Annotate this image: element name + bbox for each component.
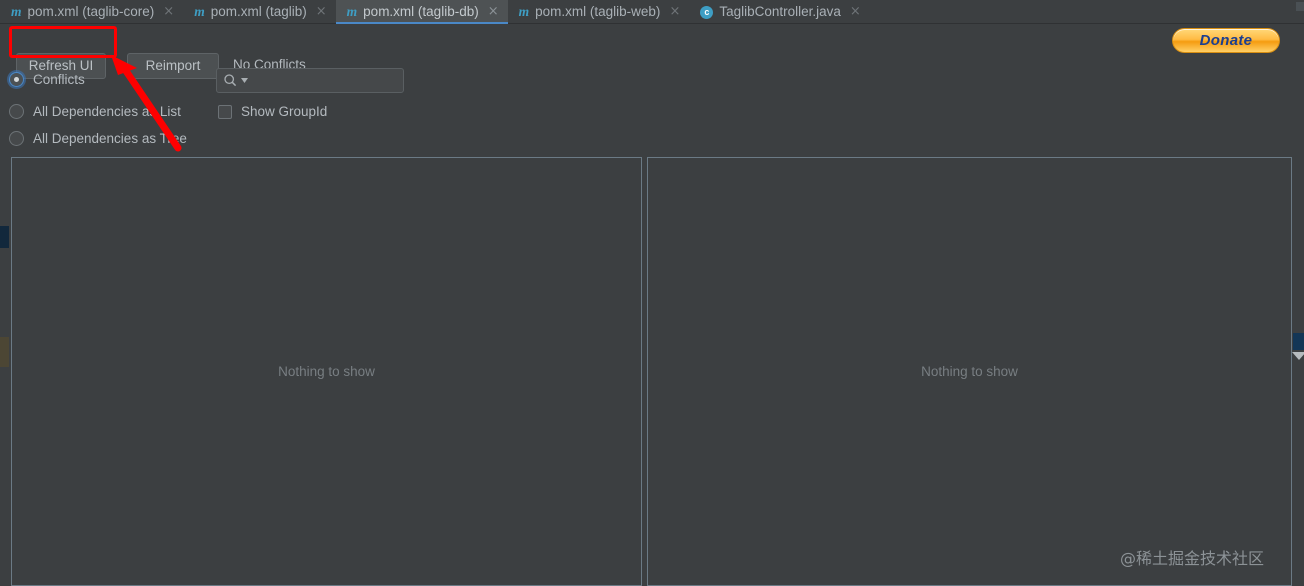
java-class-icon: c <box>700 5 714 19</box>
radio-indicator[interactable] <box>9 72 24 87</box>
radio-label: All Dependencies as List <box>33 104 181 119</box>
tab-label: pom.xml (taglib-core) <box>27 4 155 19</box>
radio-indicator[interactable] <box>9 104 24 119</box>
close-icon[interactable]: × <box>488 0 499 24</box>
reimport-button[interactable]: Reimport <box>127 53 219 79</box>
left-gutter-strip <box>0 157 11 586</box>
tab-pom-taglib-web[interactable]: m pom.xml (taglib-web) × <box>508 0 690 24</box>
tab-pom-taglib[interactable]: m pom.xml (taglib) × <box>183 0 335 24</box>
maven-dependency-analyzer-window: m pom.xml (taglib-core) × m pom.xml (tag… <box>0 0 1304 586</box>
gutter-marker-blue-right <box>1293 333 1304 350</box>
tab-label: pom.xml (taglib) <box>210 4 307 19</box>
checkbox-label: Show GroupId <box>241 104 328 119</box>
tab-label: pom.xml (taglib-web) <box>535 4 661 19</box>
empty-state-label: Nothing to show <box>278 364 375 379</box>
radio-label: All Dependencies as Tree <box>33 131 187 146</box>
toolbar-edge-tick <box>1296 2 1304 11</box>
tab-pom-taglib-db[interactable]: m pom.xml (taglib-db) × <box>335 0 508 24</box>
chevron-down-icon[interactable] <box>241 77 248 84</box>
collapse-caret-icon[interactable] <box>1292 352 1304 360</box>
tab-label: TaglibController.java <box>719 4 841 19</box>
close-icon[interactable]: × <box>669 0 680 24</box>
close-icon[interactable]: × <box>316 0 327 24</box>
radio-label: Conflicts <box>33 72 85 87</box>
gutter-marker-blue-left <box>0 226 9 248</box>
maven-icon: m <box>11 4 22 20</box>
watermark-text: @稀土掘金技术社区 <box>1120 549 1265 568</box>
right-gutter-strip <box>1292 157 1304 586</box>
search-icon <box>224 74 237 87</box>
dependency-detail-panel[interactable]: Nothing to show <box>647 157 1292 586</box>
maven-icon: m <box>518 4 530 20</box>
maven-icon: m <box>346 4 358 20</box>
search-input[interactable] <box>216 68 404 93</box>
tab-taglibcontroller-java[interactable]: c TaglibController.java × <box>689 0 869 24</box>
radio-conflicts[interactable]: Conflicts <box>9 72 85 87</box>
radio-all-dependencies-as-tree[interactable]: All Dependencies as Tree <box>9 131 187 146</box>
radio-all-dependencies-as-list[interactable]: All Dependencies as List <box>9 104 181 119</box>
close-icon[interactable]: × <box>163 0 174 24</box>
checkbox-show-groupid[interactable]: Show GroupId <box>218 104 327 119</box>
empty-state-label: Nothing to show <box>921 364 1018 379</box>
close-icon[interactable]: × <box>850 0 861 24</box>
donate-label: Donate <box>1199 32 1253 49</box>
donate-button[interactable]: Donate <box>1172 28 1280 53</box>
gutter-marker-olive-left <box>0 337 9 367</box>
dependency-list-panel[interactable]: Nothing to show <box>11 157 642 586</box>
tab-label: pom.xml (taglib-db) <box>363 4 479 19</box>
maven-icon: m <box>194 4 205 20</box>
dependency-toolbar: Refresh UI Reimport No Conflicts <box>0 24 1304 79</box>
checkbox-indicator[interactable] <box>218 104 232 119</box>
editor-tab-bar: m pom.xml (taglib-core) × m pom.xml (tag… <box>0 0 1304 24</box>
radio-indicator[interactable] <box>9 131 24 146</box>
tab-pom-taglib-core[interactable]: m pom.xml (taglib-core) × <box>0 0 183 24</box>
